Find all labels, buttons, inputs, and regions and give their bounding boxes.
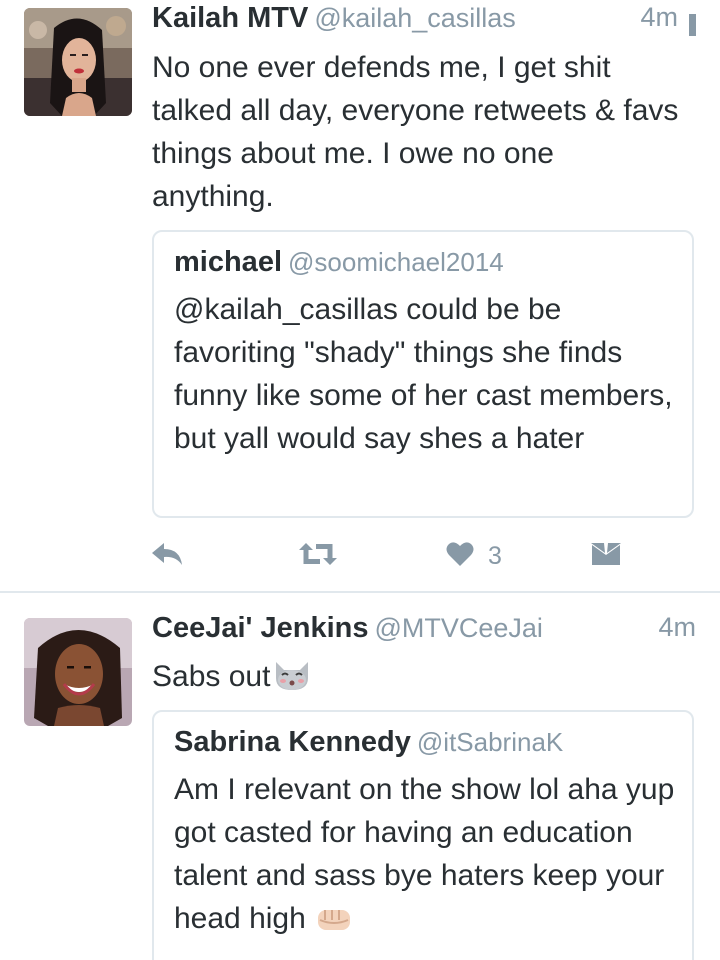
quoted-tweet[interactable]: Sabrina Kennedy @itSabrinaK Am I relevant… [152,710,694,960]
timeline-feed: Kailah MTV @kailah_casillas 4m No one eve… [0,0,720,960]
quoted-display-name: Sabrina Kennedy [174,726,411,758]
quoted-tweet[interactable]: michael @soomichael2014 @kailah_casillas … [152,230,694,518]
fist-emoji [316,903,354,946]
retweet-icon [298,541,338,572]
like-count: 3 [488,541,502,570]
quoted-tweet-text: Am I relevant on the show lol aha yup go… [174,768,676,946]
tweet-text: No one ever defends me, I get shit talke… [152,51,679,213]
tweet[interactable]: Kailah MTV @kailah_casillas 4m No one eve… [0,0,720,593]
user-handle[interactable]: @MTVCeeJai [374,613,542,643]
reply-icon [150,541,184,572]
quoted-tweet-text-content: Am I relevant on the show lol aha yup go… [174,773,675,935]
tweet[interactable]: CeeJai' Jenkins @MTVCeeJai 4m Sabs out Sa… [0,593,720,960]
display-name[interactable]: Kailah MTV [152,2,308,34]
kissing-cat-emoji [272,658,312,704]
tweet-header: Kailah MTV @kailah_casillas 4m [152,2,696,42]
direct-message-button[interactable] [590,536,622,576]
tweet-text: Sabs out [152,655,680,704]
tweet-actions: 3 [150,536,630,576]
tweet-text-content: Sabs out [152,660,271,693]
quoted-tweet-header: Sabrina Kennedy @itSabrinaK [174,726,563,759]
quoted-tweet-header: michael @soomichael2014 [174,246,504,279]
timestamp[interactable]: 4m [658,612,696,643]
like-button[interactable]: 3 [446,536,502,576]
retweet-button[interactable] [298,536,338,576]
direct-message-icon [590,541,622,572]
user-handle[interactable]: @kailah_casillas [314,3,516,33]
display-name[interactable]: CeeJai' Jenkins [152,612,368,644]
quoted-user-handle: @soomichael2014 [288,247,504,277]
avatar[interactable] [24,618,132,726]
scrollbar[interactable] [689,14,696,36]
heart-icon [446,541,474,572]
timestamp[interactable]: 4m [640,2,678,33]
quoted-tweet-text: @kailah_casillas could be be favoriting … [174,293,673,455]
quoted-user-handle: @itSabrinaK [416,727,564,757]
quoted-display-name: michael [174,246,282,278]
tweet-header: CeeJai' Jenkins @MTVCeeJai 4m [152,612,696,652]
reply-button[interactable] [150,536,184,576]
avatar[interactable] [24,8,132,116]
